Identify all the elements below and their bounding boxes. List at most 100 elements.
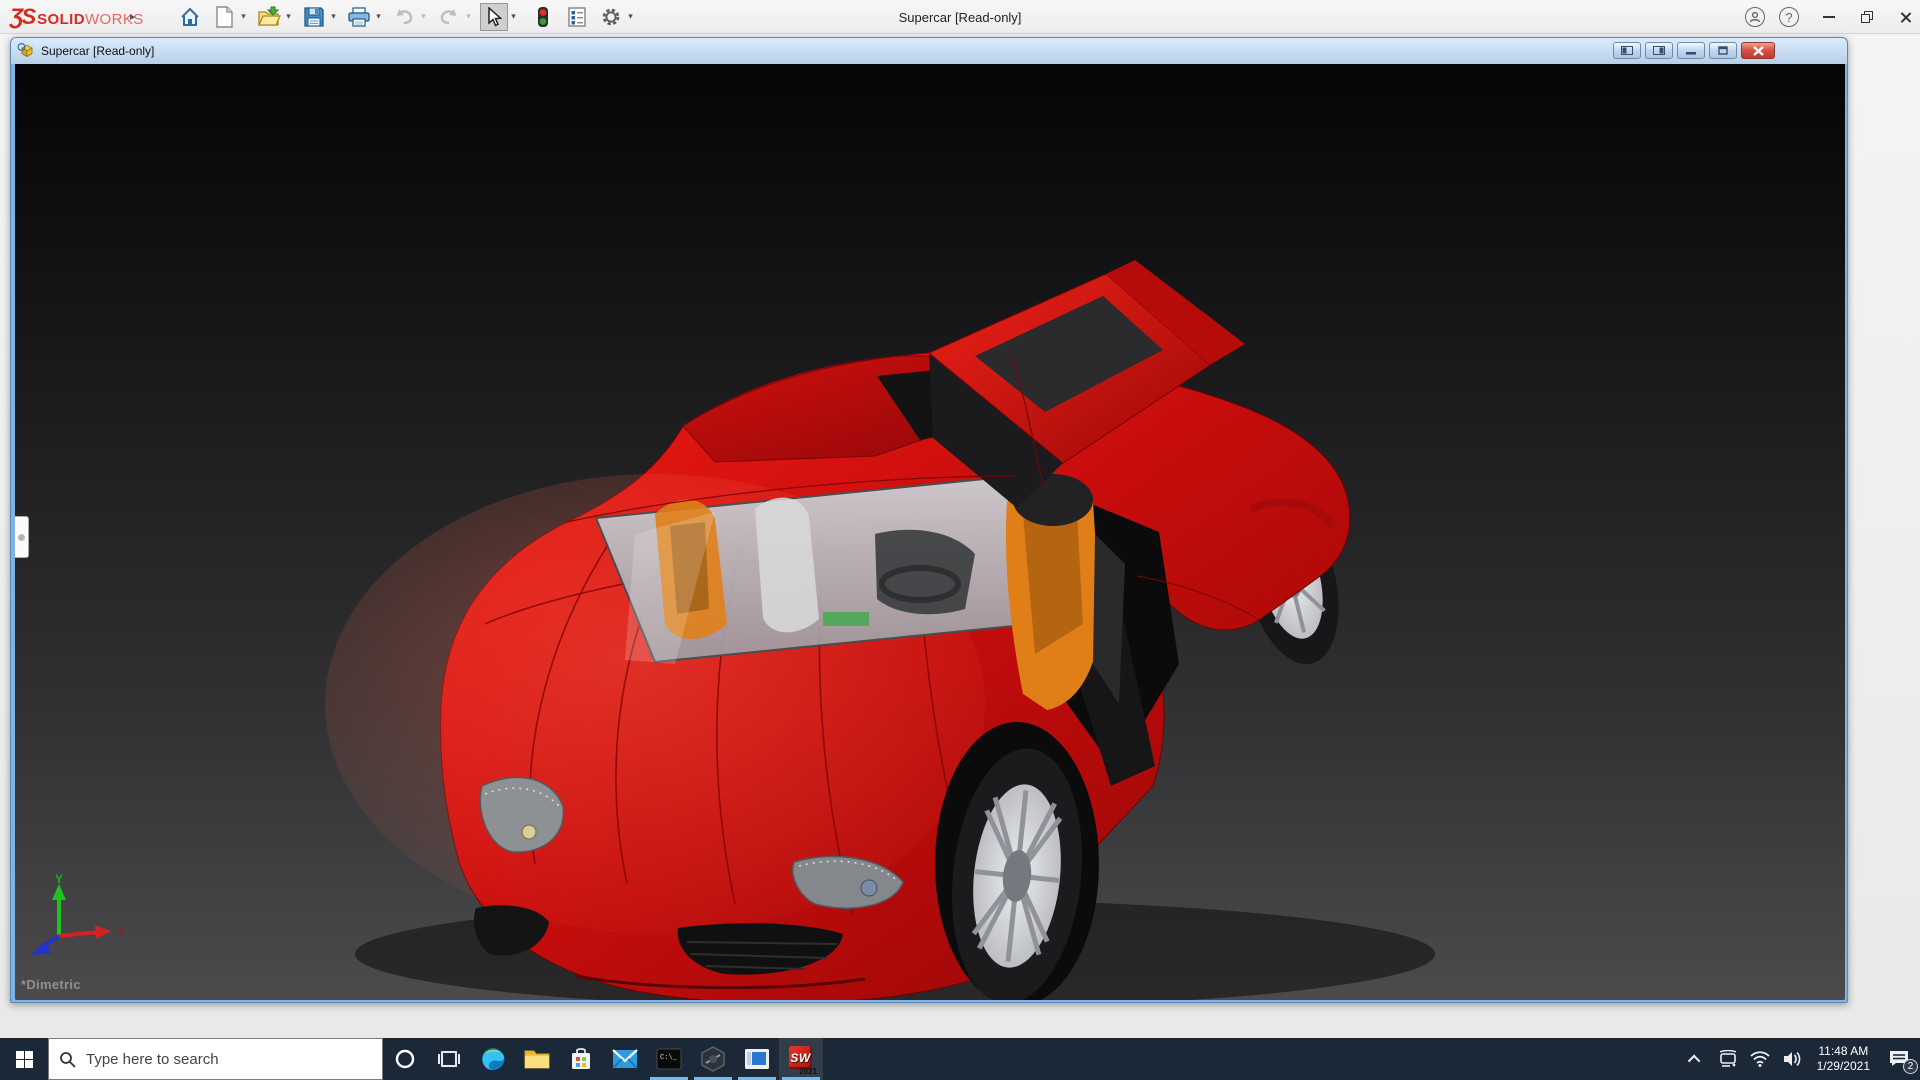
account-icon[interactable] bbox=[1745, 7, 1765, 27]
redo-icon bbox=[440, 8, 456, 24]
new-document-icon bbox=[215, 5, 233, 28]
triad-x-label: X bbox=[117, 925, 125, 939]
notification-badge: 2 bbox=[1903, 1059, 1918, 1074]
open-button[interactable] bbox=[255, 3, 283, 31]
solidworks-logo: ƷS SOLID WORKS bbox=[0, 4, 143, 30]
graphics-viewport[interactable]: Y X *Dimetric bbox=[15, 64, 1845, 1000]
display-pane-left-button[interactable] bbox=[1613, 42, 1641, 59]
hexagon-app-icon bbox=[701, 1046, 725, 1072]
supercar-3d-model[interactable] bbox=[15, 64, 1845, 1000]
taskbar-edrawings-button[interactable] bbox=[691, 1038, 735, 1080]
minimize-button[interactable] bbox=[1823, 16, 1835, 18]
new-document-button[interactable] bbox=[210, 3, 238, 31]
save-dropdown[interactable]: ▾ bbox=[329, 11, 339, 22]
person-glyph bbox=[1749, 11, 1761, 23]
tray-volume-button[interactable] bbox=[1779, 1038, 1805, 1080]
solidworks-app-icon: SW 2021 bbox=[787, 1045, 817, 1076]
taskbar-file-explorer-button[interactable] bbox=[515, 1038, 559, 1080]
file-explorer-icon bbox=[524, 1050, 550, 1069]
document-restore-button[interactable] bbox=[1709, 42, 1737, 59]
cortana-button[interactable] bbox=[383, 1038, 427, 1080]
solidworks-client-area: Supercar [Read-only] Y X *Dimetric bbox=[0, 35, 1920, 1038]
tray-connect-button[interactable] bbox=[1715, 1038, 1741, 1080]
taskbar-mail-button[interactable] bbox=[603, 1038, 647, 1080]
print-dropdown[interactable]: ▾ bbox=[374, 11, 384, 22]
open-dropdown[interactable]: ▾ bbox=[284, 11, 294, 22]
edge-icon bbox=[482, 1048, 505, 1071]
help-icon[interactable]: ? bbox=[1779, 7, 1799, 27]
app-window-icon bbox=[745, 1049, 769, 1069]
redo-button[interactable] bbox=[435, 3, 463, 31]
print-icon bbox=[347, 6, 370, 27]
menu-expand-arrow-icon[interactable]: ▸ bbox=[130, 10, 136, 23]
file-properties-icon bbox=[567, 6, 586, 27]
undo-icon bbox=[396, 8, 412, 24]
document-title: Supercar [Read-only] bbox=[41, 44, 155, 58]
taskbar-clock[interactable]: 11:48 AM 1/29/2021 bbox=[1811, 1044, 1876, 1074]
collapsed-tab-dot bbox=[18, 533, 25, 541]
triad-y-label: Y bbox=[55, 872, 63, 886]
restore-button[interactable] bbox=[1861, 11, 1873, 23]
task-view-icon bbox=[438, 1051, 460, 1067]
clock-date: 1/29/2021 bbox=[1816, 1059, 1870, 1073]
wifi-icon bbox=[1749, 1051, 1770, 1067]
clock-time: 11:48 AM bbox=[1818, 1044, 1869, 1058]
undo-button[interactable] bbox=[390, 3, 418, 31]
home-button[interactable] bbox=[176, 3, 204, 31]
file-properties-button[interactable] bbox=[563, 3, 591, 31]
orientation-triad: Y X bbox=[31, 872, 125, 955]
save-icon bbox=[303, 6, 324, 27]
home-icon bbox=[180, 7, 199, 26]
redo-dropdown[interactable]: ▾ bbox=[464, 11, 474, 22]
search-input[interactable] bbox=[86, 1050, 346, 1068]
mail-icon bbox=[612, 1049, 638, 1069]
doc-restore-icon bbox=[1718, 46, 1728, 55]
taskbar-solidworks-button[interactable]: SW 2021 bbox=[779, 1038, 823, 1080]
select-tool-dropdown[interactable]: ▾ bbox=[509, 11, 519, 22]
connect-display-icon bbox=[1719, 1050, 1736, 1067]
taskbar-photos-button[interactable] bbox=[735, 1038, 779, 1080]
document-titlebar[interactable]: Supercar [Read-only] bbox=[11, 38, 1847, 64]
new-document-dropdown[interactable]: ▾ bbox=[239, 11, 249, 22]
taskbar-search[interactable] bbox=[48, 1038, 383, 1080]
print-button[interactable] bbox=[345, 3, 373, 31]
doc-minimize-icon bbox=[1686, 52, 1696, 55]
search-icon bbox=[60, 1051, 76, 1068]
assembly-document-icon bbox=[17, 43, 33, 58]
speaker-icon bbox=[1783, 1052, 1800, 1066]
pane-right-icon bbox=[1653, 46, 1665, 55]
help-glyph: ? bbox=[1785, 9, 1793, 25]
action-center-button[interactable]: 2 bbox=[1882, 1038, 1918, 1080]
options-button[interactable] bbox=[597, 3, 625, 31]
taskbar-terminal-button[interactable]: C:\_ bbox=[647, 1038, 691, 1080]
rebuild-traffic-light-icon bbox=[537, 6, 548, 27]
rebuild-button[interactable] bbox=[529, 3, 557, 31]
command-prompt-icon: C:\_ bbox=[656, 1048, 682, 1070]
task-view-button[interactable] bbox=[427, 1038, 471, 1080]
microsoft-store-icon bbox=[572, 1048, 590, 1069]
sw-year: 2021 bbox=[799, 1067, 817, 1076]
pane-left-icon bbox=[1621, 46, 1633, 55]
document-minimize-button[interactable] bbox=[1677, 42, 1705, 59]
tray-chevron-button[interactable] bbox=[1683, 1038, 1709, 1080]
options-gear-icon bbox=[602, 8, 619, 25]
taskbar-edge-button[interactable] bbox=[471, 1038, 515, 1080]
select-tool-button[interactable] bbox=[479, 2, 508, 31]
document-close-button[interactable] bbox=[1741, 42, 1775, 59]
windows-logo-icon bbox=[15, 1050, 33, 1068]
view-orientation-label: *Dimetric bbox=[21, 977, 81, 992]
close-button[interactable] bbox=[1899, 11, 1912, 24]
sw-letters: SW bbox=[790, 1050, 811, 1065]
save-button[interactable] bbox=[300, 3, 328, 31]
undo-dropdown[interactable]: ▾ bbox=[419, 11, 429, 22]
windows-taskbar: C:\_ SW 2021 bbox=[0, 1038, 1920, 1080]
terminal-label: C:\_ bbox=[660, 1054, 678, 1062]
solidworks-logo-solid: SOLID bbox=[37, 10, 85, 28]
doc-close-icon bbox=[1752, 45, 1764, 56]
tray-wifi-button[interactable] bbox=[1747, 1038, 1773, 1080]
display-pane-right-button[interactable] bbox=[1645, 42, 1673, 59]
featuremanager-collapsed-tab[interactable] bbox=[15, 516, 29, 558]
taskbar-store-button[interactable] bbox=[559, 1038, 603, 1080]
options-dropdown[interactable]: ▾ bbox=[626, 11, 636, 22]
start-button[interactable] bbox=[0, 1038, 48, 1080]
